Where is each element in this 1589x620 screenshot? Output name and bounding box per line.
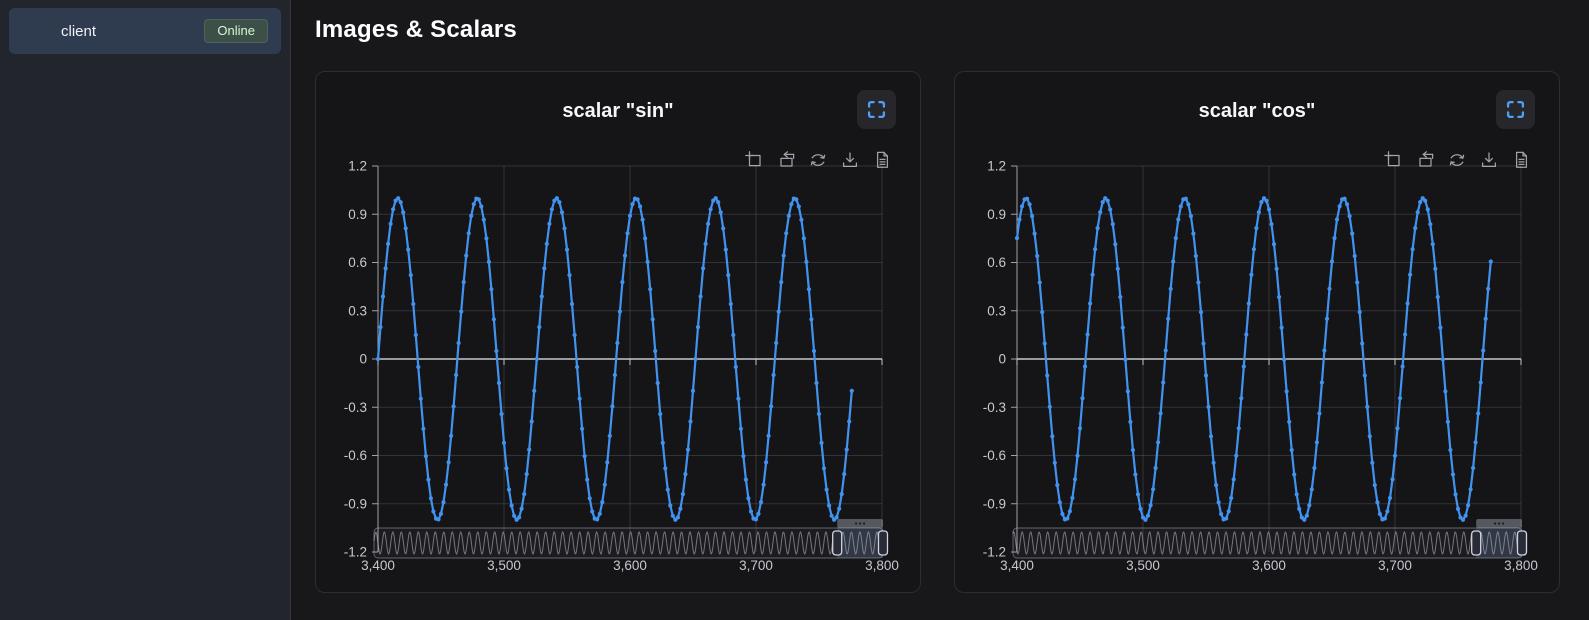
svg-text:3,400: 3,400 [361, 558, 395, 573]
datazoom-window[interactable] [837, 528, 883, 558]
svg-text:0.9: 0.9 [987, 207, 1006, 222]
client-label: client [61, 23, 96, 40]
fullscreen-icon [1506, 100, 1525, 119]
sidebar: client Online [0, 0, 291, 620]
fullscreen-icon [867, 100, 886, 119]
x-axis-zero-line [1017, 359, 1521, 365]
fullscreen-button[interactable] [857, 90, 896, 129]
datazoom-handle-left[interactable] [1472, 531, 1481, 555]
svg-text:0: 0 [359, 352, 367, 367]
svg-text:0.3: 0.3 [987, 303, 1006, 318]
svg-text:3,500: 3,500 [487, 558, 521, 573]
datazoom-slider[interactable] [374, 519, 888, 558]
svg-text:3,400: 3,400 [1000, 558, 1034, 573]
axis-labels: 1.20.90.60.30-0.3-0.6-0.9-1.23,4003,5003… [983, 159, 1538, 574]
x-axis-zero-line [378, 359, 882, 365]
datazoom-handle-right[interactable] [1518, 531, 1527, 555]
line-chart-cos[interactable]: 1.20.90.60.30-0.3-0.6-0.9-1.23,4003,5003… [955, 136, 1561, 586]
sidebar-item-client[interactable]: client Online [9, 8, 281, 54]
svg-text:3,600: 3,600 [1252, 558, 1286, 573]
main-content: Images & Scalars scalar "sin" 1.2 0.9 0.6 0… [291, 0, 1589, 620]
chart-panel-sin: scalar "sin" 1.20.90.60.30-0.3-0.6-0.9-1… [315, 71, 921, 593]
svg-text:3,600: 3,600 [613, 558, 647, 573]
svg-text:0.3: 0.3 [348, 303, 367, 318]
datazoom-window[interactable] [1476, 528, 1522, 558]
svg-text:-0.6: -0.6 [344, 448, 367, 463]
chart-panel-cos: scalar "cos" 1.20.90.60.30-0.3-0.6-0.9-1… [954, 71, 1560, 593]
svg-text:3,700: 3,700 [739, 558, 773, 573]
page-title: Images & Scalars [315, 16, 1589, 44]
svg-text:3,800: 3,800 [865, 558, 899, 573]
datazoom-handle-right[interactable] [879, 531, 888, 555]
line-chart-sin[interactable]: 1.20.90.60.30-0.3-0.6-0.9-1.23,4003,5003… [316, 136, 922, 586]
svg-text:0: 0 [998, 352, 1006, 367]
svg-text:-0.6: -0.6 [983, 448, 1006, 463]
datazoom-handle-left[interactable] [833, 531, 842, 555]
svg-text:0.9: 0.9 [348, 207, 367, 222]
svg-text:-0.9: -0.9 [344, 496, 367, 511]
client-status-badge: Online [204, 19, 268, 43]
chart-title-cos: scalar "cos" [955, 100, 1559, 123]
svg-text:0.6: 0.6 [348, 255, 367, 270]
svg-text:3,800: 3,800 [1504, 558, 1538, 573]
datazoom-slider[interactable] [1013, 519, 1527, 558]
svg-text:-0.3: -0.3 [983, 400, 1006, 415]
svg-text:3,500: 3,500 [1126, 558, 1160, 573]
y-axis [1011, 166, 1017, 552]
svg-text:-0.9: -0.9 [983, 496, 1006, 511]
svg-text:1.2: 1.2 [348, 159, 367, 174]
svg-text:1.2: 1.2 [987, 159, 1006, 174]
chart-panels-row: scalar "sin" 1.20.90.60.30-0.3-0.6-0.9-1… [315, 71, 1589, 593]
svg-text:0.6: 0.6 [987, 255, 1006, 270]
chart-title-sin: scalar "sin" [316, 100, 920, 123]
fullscreen-button[interactable] [1496, 90, 1535, 129]
svg-text:3,700: 3,700 [1378, 558, 1412, 573]
svg-text:-0.3: -0.3 [344, 400, 367, 415]
